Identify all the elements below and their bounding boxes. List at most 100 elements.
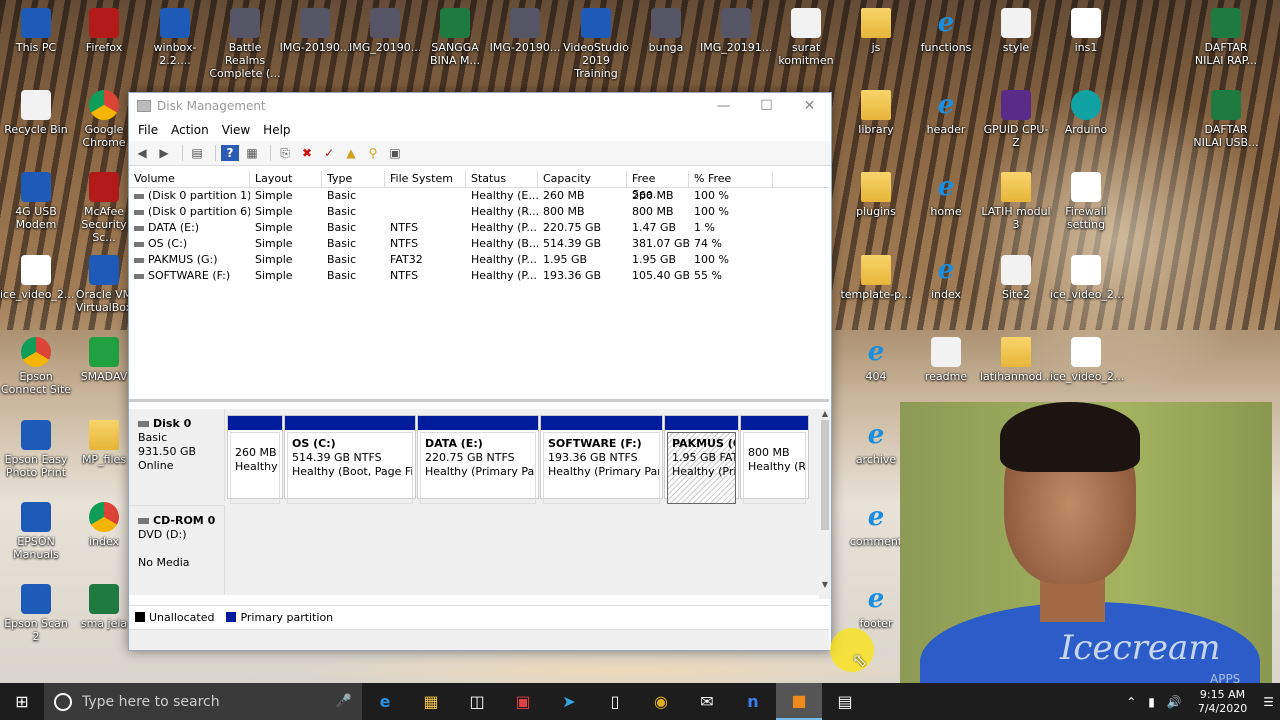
- column-layout[interactable]: Layout: [250, 171, 322, 187]
- menu-help[interactable]: Help: [258, 123, 298, 137]
- desktop-icon[interactable]: latihanmod...: [980, 337, 1053, 383]
- gift-taskbar-icon[interactable]: ▣: [500, 683, 546, 720]
- disk-0-label[interactable]: Disk 0 Basic 931.50 GB Online: [129, 409, 225, 501]
- desktop-icon[interactable]: js: [840, 8, 912, 54]
- partition-block[interactable]: 800 MB Healthy (Re: [740, 415, 809, 504]
- desktop-icon[interactable]: DAFTAR NILAI USB...: [1190, 90, 1262, 149]
- delete-icon[interactable]: ✖: [298, 145, 316, 161]
- title-bar[interactable]: Disk Management — ☐ ✕: [129, 93, 831, 119]
- desktop-icon[interactable]: EPSON Manuals: [0, 502, 72, 561]
- maximize-button[interactable]: ☐: [745, 93, 788, 119]
- desktop-icon[interactable]: Firefox: [68, 8, 140, 54]
- battery-icon[interactable]: ▮: [1148, 695, 1155, 709]
- scroll-up-icon[interactable]: ▲: [819, 409, 831, 418]
- partition-block[interactable]: DATA (E:) 220.75 GB NTFS Healthy (Primary …: [417, 415, 539, 504]
- notifications-icon[interactable]: ☰: [1263, 695, 1274, 709]
- desktop-icon[interactable]: IMG_20190...: [349, 8, 421, 54]
- column-free-space[interactable]: Free Spa...: [627, 171, 689, 201]
- desktop-icon[interactable]: style: [980, 8, 1052, 54]
- desktop-icon[interactable]: library: [840, 90, 912, 136]
- show-hidden-icons-icon[interactable]: ⌃: [1126, 695, 1136, 709]
- desktop-icon[interactable]: This PC: [0, 8, 72, 54]
- menu-action[interactable]: Action: [166, 123, 217, 137]
- table-row[interactable]: SOFTWARE (F:) Simple Basic NTFS Healthy (P..…: [129, 268, 829, 284]
- partition-block[interactable]: 260 MB Healthy: [227, 415, 283, 504]
- desktop-icon[interactable]: bunga: [630, 8, 702, 54]
- notepad-taskbar-icon[interactable]: ▯: [592, 683, 638, 720]
- back-icon[interactable]: ◀: [133, 145, 151, 161]
- partition-block[interactable]: PAKMUS (G1.95 GB FAT3Healthy (Prir: [664, 415, 739, 504]
- scroll-down-icon[interactable]: ▼: [819, 580, 831, 589]
- desktop-icon[interactable]: LATIH modul 3: [980, 172, 1052, 231]
- desktop-icon[interactable]: e index: [910, 255, 982, 302]
- view-icon[interactable]: ▣: [386, 145, 404, 161]
- table-row[interactable]: (Disk 0 partition 6) Simple Basic Healthy (…: [129, 204, 829, 220]
- disk-management-taskbar-icon[interactable]: ▤: [822, 683, 868, 720]
- telegram-taskbar-icon[interactable]: ➤: [546, 683, 592, 720]
- help-icon[interactable]: ?: [221, 145, 239, 161]
- desktop-icon[interactable]: Epson Easy Photo Print: [0, 420, 72, 479]
- file-explorer-taskbar-icon[interactable]: ▦: [408, 683, 454, 720]
- volume-icon[interactable]: 🔊: [1167, 695, 1182, 709]
- chrome-taskbar-icon[interactable]: ◉: [638, 683, 684, 720]
- column-percent-free[interactable]: % Free: [689, 171, 773, 187]
- desktop-icon[interactable]: Recycle Bin: [0, 90, 72, 136]
- desktop-icon[interactable]: Site2: [980, 255, 1052, 301]
- folder-search-icon[interactable]: ⚲: [364, 145, 382, 161]
- desktop-icon[interactable]: e header: [910, 90, 982, 137]
- desktop-icon[interactable]: ice_video_2...: [1050, 255, 1124, 301]
- desktop-icon[interactable]: Firewall setting: [1050, 172, 1122, 231]
- desktop-icon[interactable]: Battle Realms Complete (...: [209, 8, 281, 80]
- taskbar-search[interactable]: Type here to search 🎤: [44, 683, 362, 720]
- minimize-button[interactable]: —: [702, 93, 745, 119]
- menu-file[interactable]: File: [133, 123, 166, 137]
- column-capacity[interactable]: Capacity: [538, 171, 627, 187]
- desktop-icon[interactable]: winbox-2.2....: [139, 8, 211, 67]
- desktop-icon[interactable]: plugins: [840, 172, 912, 218]
- desktop-icon[interactable]: e functions: [910, 8, 982, 55]
- clock[interactable]: 9:15 AM 7/4/2020: [1198, 688, 1247, 716]
- column-status[interactable]: Status: [466, 171, 538, 187]
- show-hide-console-icon[interactable]: ▤: [188, 145, 206, 161]
- table-row[interactable]: OS (C:) Simple Basic NTFS Healthy (B... 514.3…: [129, 236, 829, 252]
- desktop-icon[interactable]: ice_video_2...: [1050, 337, 1124, 383]
- start-button[interactable]: ⊞: [0, 683, 44, 720]
- close-button[interactable]: ✕: [788, 93, 831, 119]
- mail-taskbar-icon[interactable]: ✉: [684, 683, 730, 720]
- desktop-icon[interactable]: GPUID CPU-Z: [980, 90, 1052, 149]
- check-icon[interactable]: ✓: [320, 145, 338, 161]
- column-file-system[interactable]: File System: [385, 171, 466, 187]
- app-n-taskbar-icon[interactable]: n: [730, 683, 776, 720]
- desktop-icon[interactable]: surat komitmen: [770, 8, 842, 67]
- connect-icon[interactable]: ⎘: [276, 145, 294, 161]
- cdrom-0-label[interactable]: CD-ROM 0 DVD (D:) No Media: [129, 505, 225, 595]
- store-taskbar-icon[interactable]: ◫: [454, 683, 500, 720]
- desktop-icon[interactable]: SANGGA BINA M...: [419, 8, 491, 67]
- disk-view-scrollbar[interactable]: ▲ ▼: [819, 409, 831, 599]
- desktop-icon[interactable]: e home: [910, 172, 982, 219]
- desktop-icon[interactable]: IMG_20191...: [700, 8, 772, 54]
- desktop-icon[interactable]: IMG-20190...: [279, 8, 351, 54]
- desktop-icon[interactable]: 4G USB Modem: [0, 172, 72, 231]
- desktop-icon[interactable]: ins1: [1050, 8, 1122, 54]
- properties-icon[interactable]: ▦: [243, 145, 261, 161]
- desktop-icon[interactable]: VideoStudio 2019 Training: [560, 8, 632, 80]
- microphone-icon[interactable]: 🎤: [336, 694, 352, 709]
- partition-block[interactable]: OS (C:) 514.39 GB NTFS Healthy (Boot, Page…: [284, 415, 416, 504]
- folder-up-icon[interactable]: ▲: [342, 145, 360, 161]
- desktop-icon[interactable]: Arduino: [1050, 90, 1122, 136]
- menu-view[interactable]: View: [217, 123, 258, 137]
- desktop-icon[interactable]: e 404: [840, 337, 912, 384]
- screen-recorder-taskbar-icon[interactable]: ■: [776, 683, 822, 720]
- desktop-icon[interactable]: IMG-20190...: [489, 8, 561, 54]
- table-row[interactable]: (Disk 0 partition 1) Simple Basic Healthy (…: [129, 188, 829, 204]
- edge-taskbar-icon[interactable]: e: [362, 683, 408, 720]
- desktop-icon[interactable]: Epson Scan 2: [0, 584, 72, 643]
- desktop-icon[interactable]: template-p...: [840, 255, 912, 301]
- column-type[interactable]: Type: [322, 171, 385, 187]
- column-volume[interactable]: Volume: [129, 171, 250, 187]
- forward-icon[interactable]: ▶: [155, 145, 173, 161]
- scroll-thumb[interactable]: [821, 420, 829, 530]
- partition-block[interactable]: SOFTWARE (F:) 193.36 GB NTFS Healthy (Prim…: [540, 415, 663, 504]
- desktop-icon[interactable]: DAFTAR NILAI RAP...: [1190, 8, 1262, 67]
